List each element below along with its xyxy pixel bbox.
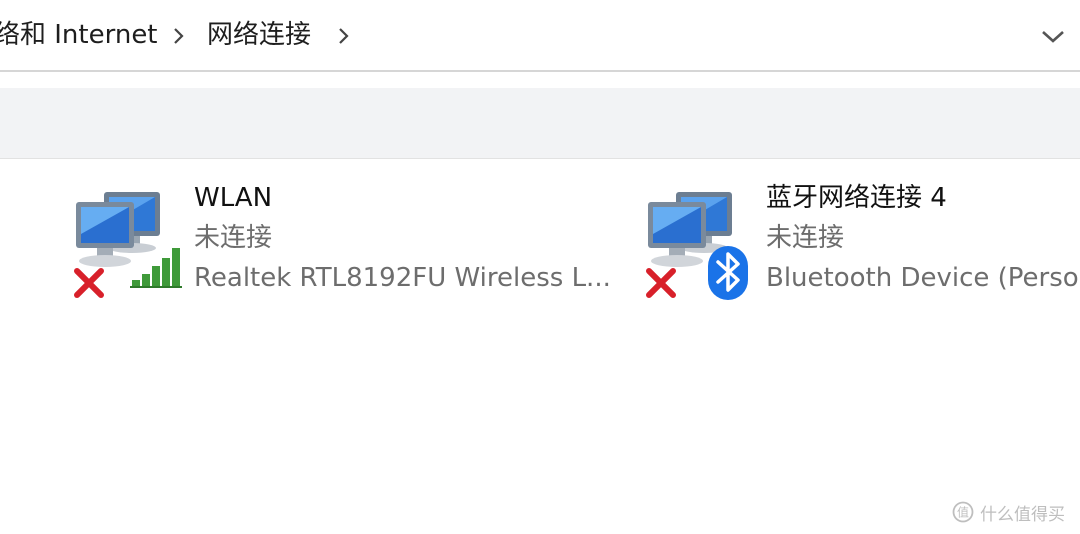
connection-device: Realtek RTL8192FU Wireless L... [194,263,611,293]
chevron-right-icon[interactable] [337,26,351,46]
command-toolbar [0,88,1080,159]
watermark-text: 什么值得买 [980,504,1065,525]
connection-status: 未连接 [194,223,273,253]
watermark-logo-icon: 值 [952,501,974,523]
breadcrumb-network-internet[interactable]: 络和 Internet [0,18,158,52]
network-computers-icon [646,192,748,300]
chevron-right-icon[interactable] [172,26,186,46]
chevron-down-icon[interactable] [1038,24,1068,50]
connection-name: 蓝牙网络连接 4 [766,183,947,213]
connection-status: 未连接 [766,223,845,253]
address-bar[interactable]: 络和 Internet 网络连接 [0,0,1080,72]
network-connections-window: 络和 Internet 网络连接 WLAN 未连接 Realtek RTL819… [0,0,1080,534]
red-x-icon [646,268,676,298]
breadcrumb-network-connections[interactable]: 网络连接 [207,18,311,52]
wifi-signal-icon [130,248,182,288]
watermark: 值 什么值得买 [952,500,1065,525]
red-x-icon [74,268,104,298]
network-computers-icon [74,192,182,298]
connection-device: Bluetooth Device (Personal Area Network) [766,263,1080,293]
connection-name: WLAN [194,183,273,213]
connection-item-wlan[interactable]: WLAN 未连接 Realtek RTL8192FU Wireless L... [70,178,615,308]
connection-item-bluetooth[interactable]: 蓝牙网络连接 4 未连接 Bluetooth Device (Personal … [642,178,1080,308]
svg-text:值: 值 [957,505,969,520]
bluetooth-icon [708,246,748,300]
